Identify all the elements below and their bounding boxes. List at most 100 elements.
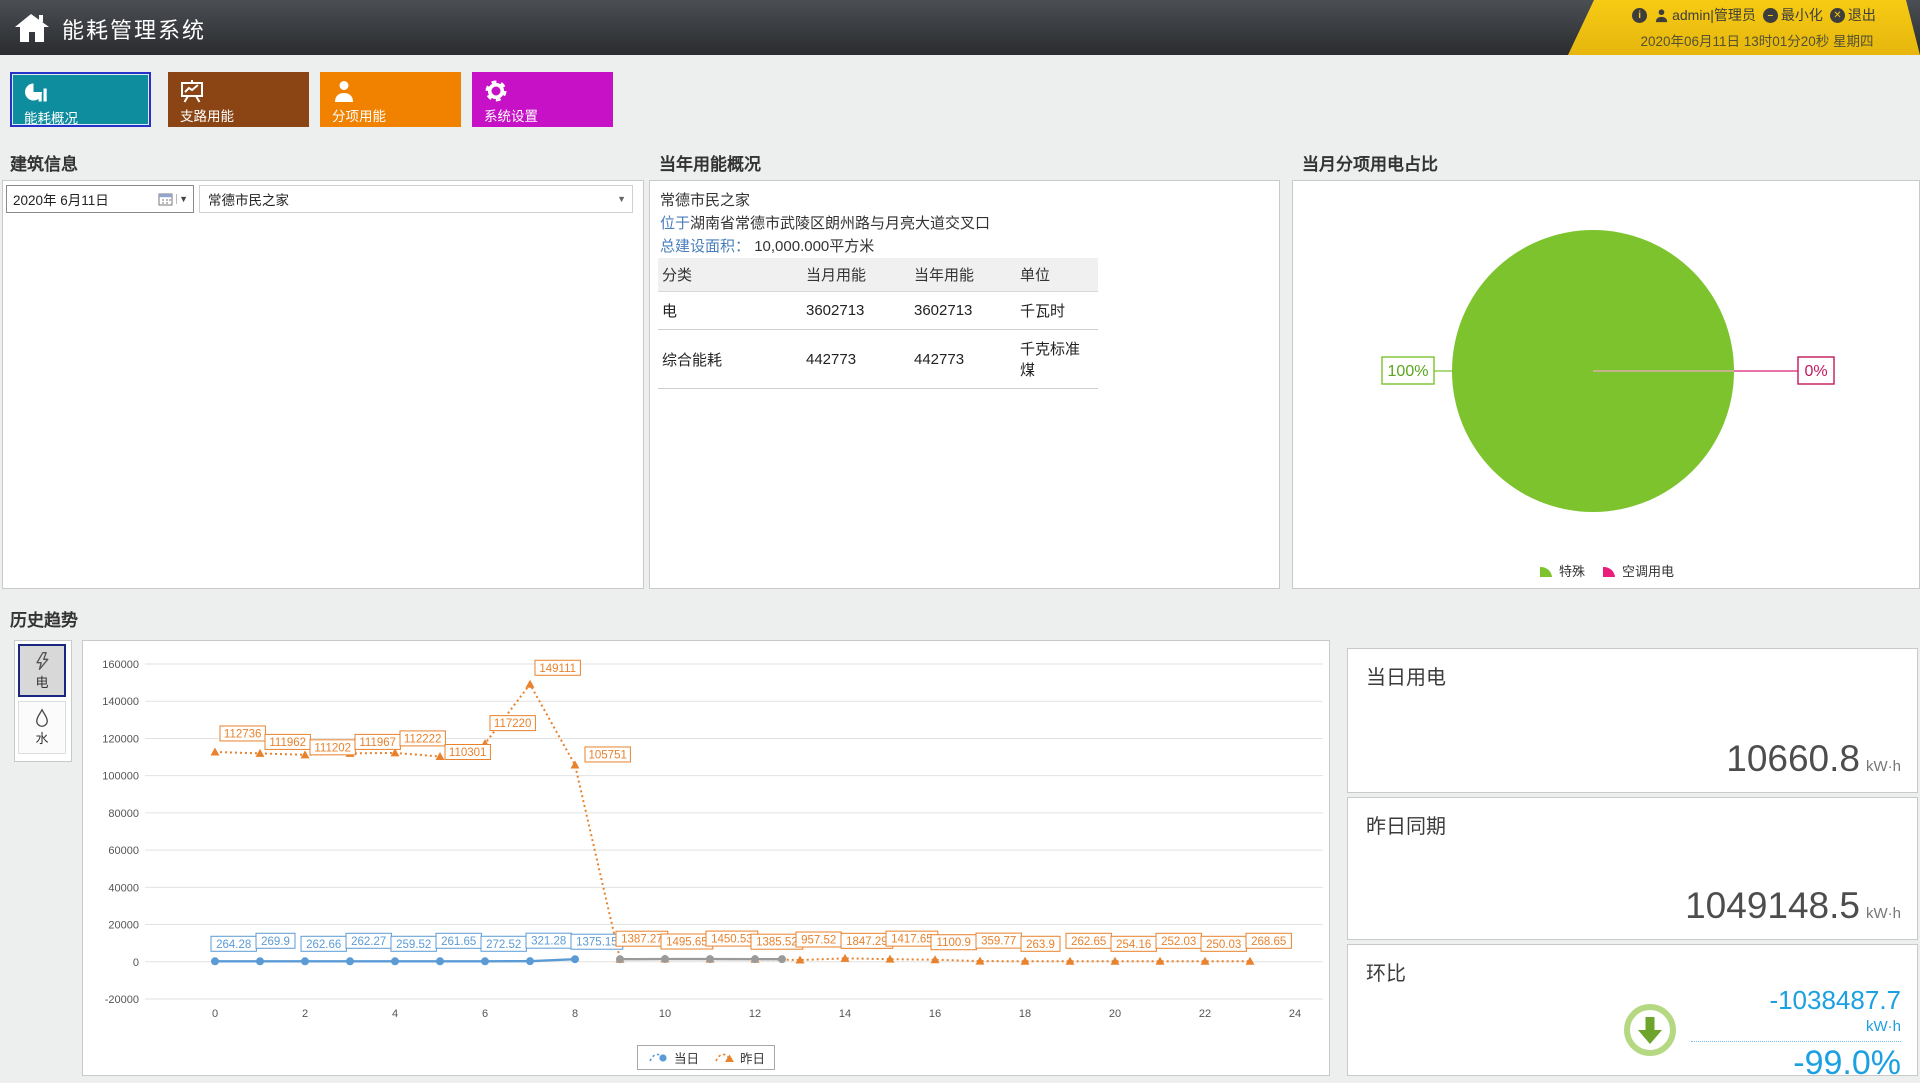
svg-text:10: 10 (659, 1008, 671, 1020)
close-icon: ✕ (1830, 8, 1845, 23)
svg-text:359.77: 359.77 (981, 936, 1016, 948)
svg-text:24: 24 (1289, 1008, 1301, 1020)
energy-table: 分类 当月用能 当年用能 单位 电 3602713 3602713 千瓦时 综合… (658, 258, 1098, 389)
svg-text:60000: 60000 (108, 845, 139, 857)
nav-system-settings[interactable]: 系统设置 (472, 72, 613, 127)
building-location: 位于湖南省常德市武陵区朗州路与月亮大道交叉口 (660, 212, 1269, 235)
line-dot-icon (647, 1050, 671, 1065)
cell-month-value: 442773 (802, 330, 910, 389)
legend-label: 空调用电 (1622, 561, 1674, 580)
building-info-panel: 2020年 6月11日 ▼ 常德市民之家 ▼ (2, 180, 644, 589)
area-label: 总建设面积： (660, 238, 750, 255)
legend-label: 昨日 (740, 1048, 765, 1067)
svg-text:262.66: 262.66 (306, 939, 341, 951)
svg-text:22: 22 (1199, 1008, 1211, 1020)
chevron-down-icon: ▼ (176, 194, 193, 204)
trend-chart: -200000200004000060000800001000001200001… (83, 641, 1329, 1041)
col-header: 当月用能 (802, 258, 910, 292)
svg-text:149111: 149111 (539, 663, 576, 675)
svg-text:112736: 112736 (224, 728, 262, 740)
cell-unit: 千瓦时 (1016, 292, 1098, 330)
svg-text:262.27: 262.27 (351, 936, 386, 948)
svg-text:0: 0 (212, 1008, 218, 1020)
svg-text:12: 12 (749, 1008, 761, 1020)
card-title: 当日用电 (1366, 661, 1446, 690)
annual-overview-panel: 常德市民之家 位于湖南省常德市武陵区朗州路与月亮大道交叉口 总建设面积： 10,… (649, 180, 1280, 589)
legend-item-special[interactable]: 特殊 (1538, 561, 1585, 580)
nav-subentry-energy[interactable]: 分项用能 (320, 72, 461, 127)
type-button-electric[interactable]: 电 (18, 644, 66, 697)
svg-text:4: 4 (392, 1008, 398, 1020)
user-menu[interactable]: admin|管理员 (1654, 5, 1756, 25)
trend-chart-container: -200000200004000060000800001000001200001… (82, 640, 1330, 1076)
date-value: 2020年 6月11日 (7, 189, 158, 209)
logout-button[interactable]: ✕ 退出 (1830, 5, 1876, 25)
cell-year-value: 3602713 (910, 292, 1016, 330)
svg-text:269.9: 269.9 (261, 936, 290, 948)
svg-text:140000: 140000 (102, 696, 139, 708)
legend-item-today[interactable]: 当日 (647, 1048, 699, 1067)
energy-type-toolbar: 电 水 (14, 640, 72, 762)
svg-text:254.16: 254.16 (1116, 939, 1151, 951)
app-title: 能耗管理系统 (62, 13, 206, 45)
svg-text:2: 2 (302, 1008, 308, 1020)
col-header: 当年用能 (910, 258, 1016, 292)
nav-branch-energy[interactable]: 支路用能 (168, 72, 309, 127)
svg-text:14: 14 (839, 1008, 851, 1020)
minimize-icon: – (1763, 8, 1778, 23)
building-info-heading: 建筑信息 (10, 150, 78, 175)
user-icon (1654, 8, 1669, 23)
svg-text:250.03: 250.03 (1206, 939, 1241, 951)
pie-fan-icon (1538, 562, 1555, 579)
date-picker[interactable]: 2020年 6月11日 ▼ (6, 185, 194, 213)
divider (1691, 1041, 1901, 1042)
ratio-unit: kW·h (1691, 1018, 1901, 1035)
legend-item-ac[interactable]: 空调用电 (1601, 561, 1674, 580)
card-unit: kW·h (1866, 758, 1901, 775)
user-banner: i admin|管理员 – 最小化 ✕ 退出 2020年06月11日 13时01… (1568, 0, 1920, 55)
home-icon[interactable] (12, 12, 50, 44)
pie-fan-icon (1601, 562, 1618, 579)
card-title: 环比 (1366, 957, 1406, 986)
type-button-water[interactable]: 水 (18, 701, 66, 754)
table-row: 电 3602713 3602713 千瓦时 (658, 292, 1098, 330)
svg-text:111967: 111967 (359, 737, 396, 749)
location-text: 湖南省常德市武陵区朗州路与月亮大道交叉口 (690, 215, 990, 232)
svg-text:1387.27: 1387.27 (621, 934, 663, 946)
col-header: 分类 (658, 258, 802, 292)
nav-label: 能耗概况 (24, 107, 78, 127)
top-header: 能耗管理系统 i admin|管理员 – 最小化 ✕ 退出 2020年06月11… (0, 0, 1920, 55)
lightning-icon (32, 650, 52, 672)
legend-item-yesterday[interactable]: 昨日 (713, 1048, 765, 1067)
svg-text:18: 18 (1019, 1008, 1031, 1020)
pie-panel: 100% 0% 特殊 空调用电 (1292, 180, 1920, 589)
svg-text:105751: 105751 (589, 749, 627, 761)
svg-text:117220: 117220 (494, 718, 532, 730)
svg-text:261.65: 261.65 (441, 936, 476, 948)
svg-text:20000: 20000 (108, 920, 139, 932)
pie-label-100: 100% (1388, 363, 1429, 380)
annual-overview-heading: 当年用能概况 (659, 150, 761, 175)
nav-label: 系统设置 (484, 105, 538, 125)
building-area: 总建设面积： 10,000.000平方米 (660, 235, 1269, 258)
svg-text:264.28: 264.28 (216, 939, 251, 951)
card-ring-ratio: 环比 -1038487.7 kW·h -99.0% (1347, 944, 1918, 1076)
svg-text:111962: 111962 (269, 737, 306, 749)
line-triangle-icon (713, 1050, 737, 1065)
water-drop-icon (33, 708, 51, 728)
svg-text:263.9: 263.9 (1026, 939, 1055, 951)
svg-text:0: 0 (133, 957, 139, 969)
building-select[interactable]: 常德市民之家 ▼ (199, 185, 633, 213)
user-label: admin|管理员 (1672, 5, 1756, 25)
nav-energy-overview[interactable]: 能耗概况 (10, 72, 151, 127)
type-label: 水 (35, 728, 48, 747)
trend-legend: 当日 昨日 (637, 1045, 775, 1070)
card-title: 昨日同期 (1366, 810, 1446, 839)
svg-text:1375.15: 1375.15 (576, 937, 618, 949)
card-today-usage: 当日用电 10660.8 kW·h (1347, 648, 1918, 793)
info-icon[interactable]: i (1632, 8, 1647, 23)
card-value: 10660.8 (1726, 738, 1860, 780)
svg-text:252.03: 252.03 (1161, 936, 1196, 948)
minimize-button[interactable]: – 最小化 (1763, 5, 1823, 25)
svg-text:1100.9: 1100.9 (937, 937, 971, 949)
